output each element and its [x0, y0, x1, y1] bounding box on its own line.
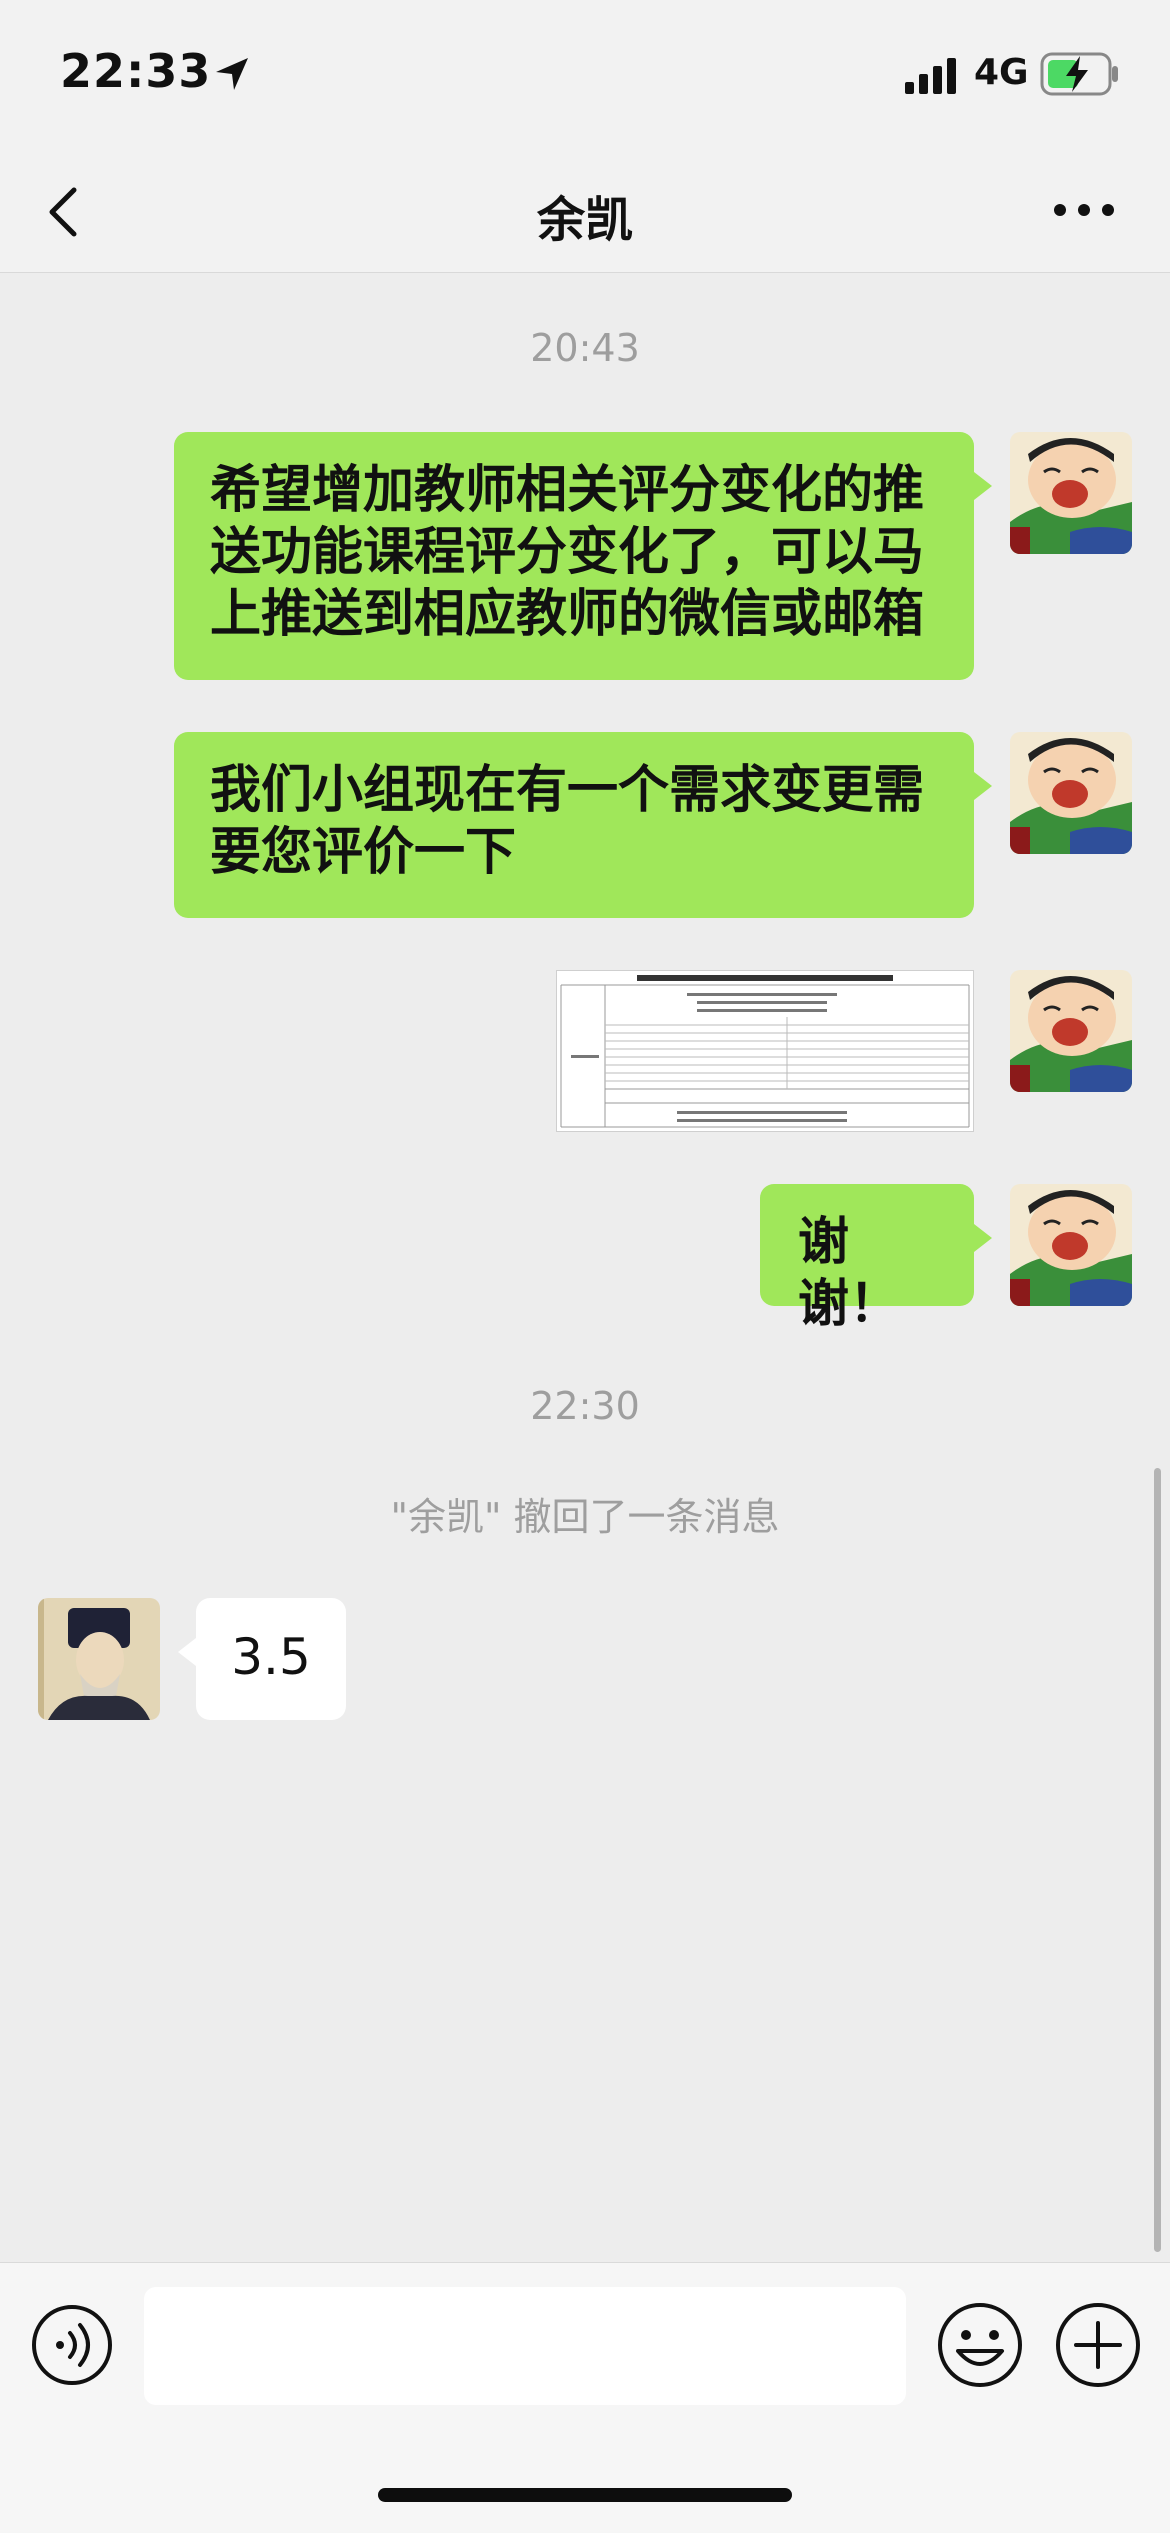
image-message-document[interactable] [556, 970, 974, 1132]
message-line: 要您评价一下 [210, 823, 517, 882]
cellular-signal-icon [905, 58, 956, 94]
message-timestamp: 22:30 [530, 1384, 640, 1428]
recall-notice: "余凯" 撤回了一条消息 [390, 1495, 780, 1539]
my-avatar[interactable] [1010, 1184, 1132, 1306]
message-line: 希望增加教师相关评分变化的推 [210, 461, 925, 520]
status-time: 22:33 [60, 44, 212, 98]
outgoing-message-bubble[interactable]: 谢谢！ [760, 1184, 992, 1334]
message-line: 上推送到相应教师的微信或邮箱 [210, 585, 925, 644]
input-bar [0, 2262, 1170, 2533]
my-avatar[interactable] [1010, 732, 1132, 854]
my-avatar[interactable] [1010, 970, 1132, 1092]
message-input[interactable] [144, 2287, 906, 2405]
status-bar: 22:33 4G [0, 0, 1170, 150]
my-avatar[interactable] [1010, 432, 1132, 554]
chat-title: 余凯 [536, 192, 633, 248]
network-type: 4G [974, 52, 1029, 93]
chat-scrollbar[interactable] [1154, 1468, 1161, 2252]
emoji-icon[interactable] [936, 2301, 1024, 2389]
more-options-icon[interactable] [1052, 198, 1116, 222]
portrait-avatar-icon [38, 1598, 160, 1720]
cartoon-avatar-icon [1010, 1184, 1132, 1306]
outgoing-message-bubble[interactable]: 希望增加教师相关评分变化的推 送功能课程评分变化了，可以马 上推送到相应教师的微… [174, 432, 992, 680]
location-arrow-icon [216, 58, 248, 90]
cartoon-avatar-icon [1010, 970, 1132, 1092]
message-timestamp: 20:43 [530, 326, 640, 370]
cartoon-avatar-icon [1010, 432, 1132, 554]
home-indicator [378, 2488, 792, 2502]
voice-input-icon[interactable] [30, 2303, 114, 2387]
contact-avatar[interactable] [38, 1598, 160, 1720]
outgoing-message-bubble[interactable]: 我们小组现在有一个需求变更需 要您评价一下 [174, 732, 992, 918]
message-text: 谢谢！ [798, 1213, 901, 1334]
battery-charging-icon [1040, 52, 1118, 96]
incoming-message-bubble[interactable]: 3.5 [178, 1598, 346, 1720]
add-attachment-icon[interactable] [1054, 2301, 1142, 2389]
message-line: 送功能课程评分变化了，可以马 [210, 523, 925, 582]
document-table-icon [557, 971, 973, 1131]
cartoon-avatar-icon [1010, 732, 1132, 854]
message-line: 我们小组现在有一个需求变更需 [210, 761, 925, 820]
message-text: 3.5 [231, 1628, 311, 1686]
navigation-bar: 余凯 [0, 150, 1170, 273]
